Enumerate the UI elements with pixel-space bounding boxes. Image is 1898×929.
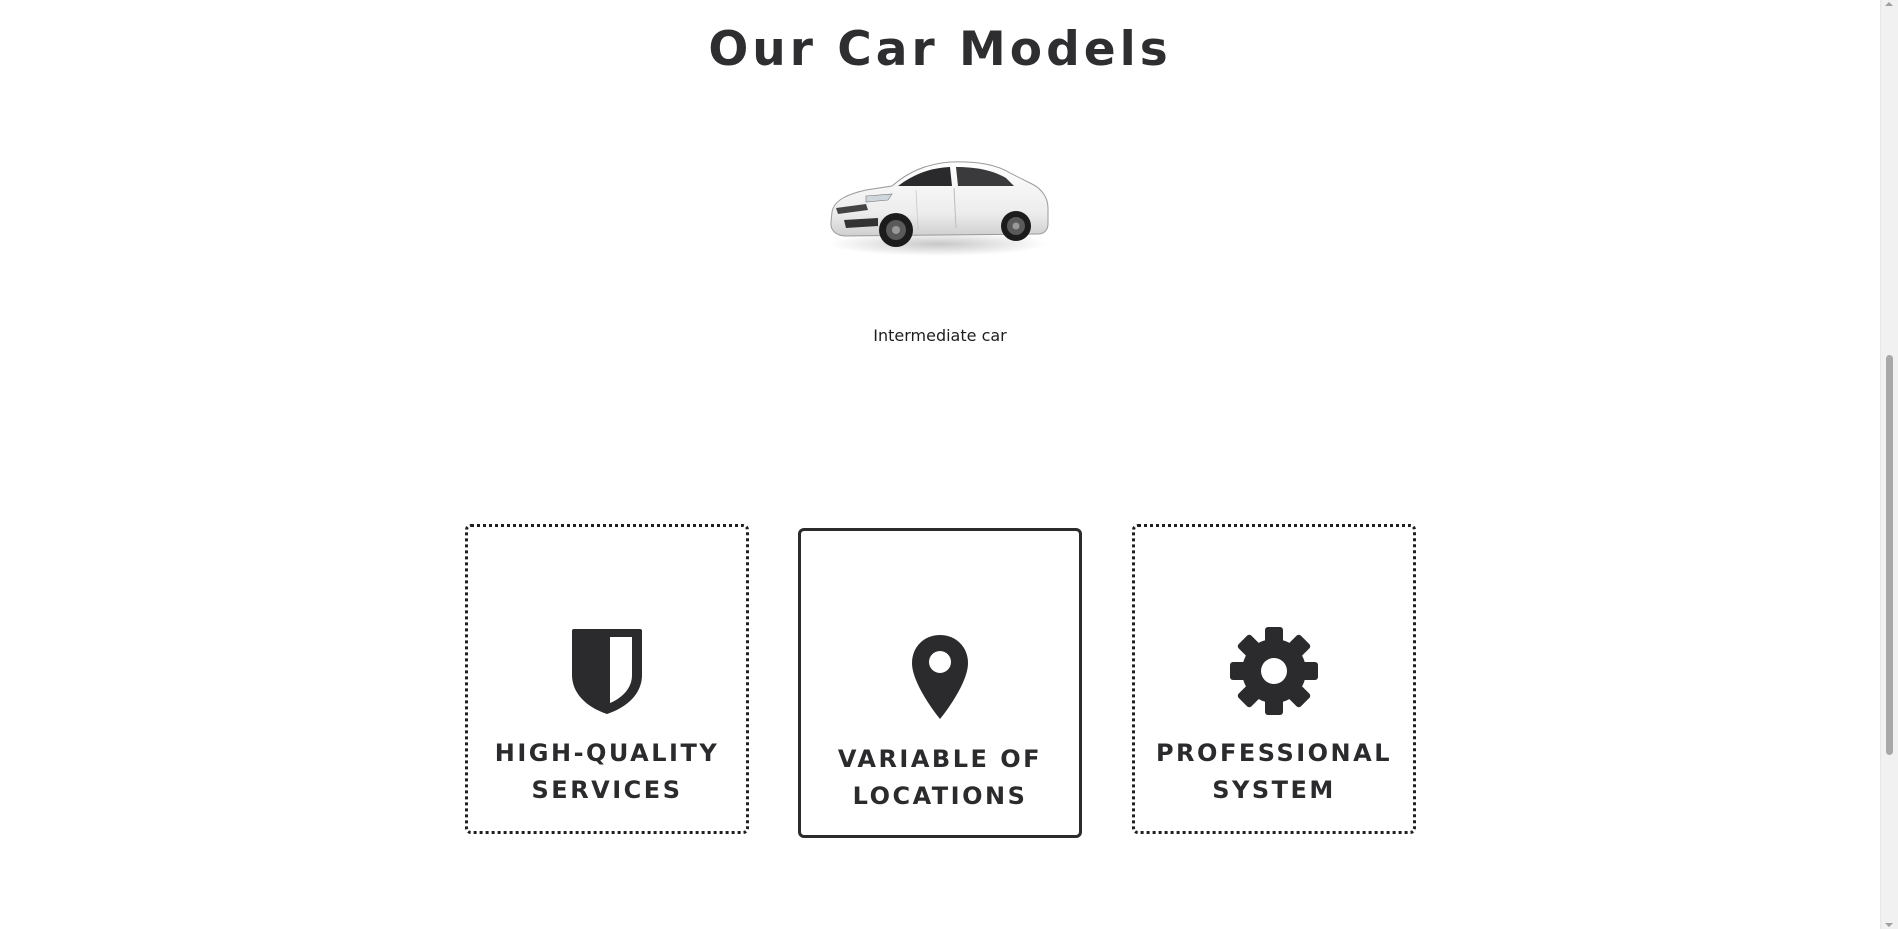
car-caption: Intermediate car: [873, 326, 1007, 345]
page: Our Car Models Intermediate car HIGH-QUA…: [0, 0, 1880, 929]
feature-label-line-1: VARIABLE OF: [837, 745, 1043, 773]
scroll-up-arrow-icon[interactable]: [1885, 2, 1893, 6]
feature-card-professional-system[interactable]: PROFESSIONAL SYSTEM: [1132, 524, 1416, 834]
feature-label-line-1: HIGH-QUALITY: [494, 739, 720, 767]
car-illustration: [828, 161, 1049, 256]
map-pin-icon: [910, 633, 970, 726]
scroll-down-arrow-icon[interactable]: [1885, 923, 1893, 927]
feature-card-variable-of-locations[interactable]: VARIABLE OF LOCATIONS: [798, 528, 1082, 838]
scrollbar-thumb[interactable]: [1886, 355, 1893, 755]
feature-label-line-2: LOCATIONS: [852, 782, 1028, 810]
feature-label-line-2: SERVICES: [531, 776, 683, 804]
feature-card-high-quality-services[interactable]: HIGH-QUALITY SERVICES: [465, 524, 749, 834]
feature-label-line-2: SYSTEM: [1212, 776, 1336, 804]
gear-icon: [1230, 627, 1318, 720]
section-title: Our Car Models: [708, 22, 1172, 77]
car-image[interactable]: [826, 148, 1054, 278]
shield-icon: [570, 627, 644, 720]
page-scrollbar[interactable]: [1880, 0, 1898, 929]
feature-label-line-1: PROFESSIONAL: [1155, 739, 1393, 767]
